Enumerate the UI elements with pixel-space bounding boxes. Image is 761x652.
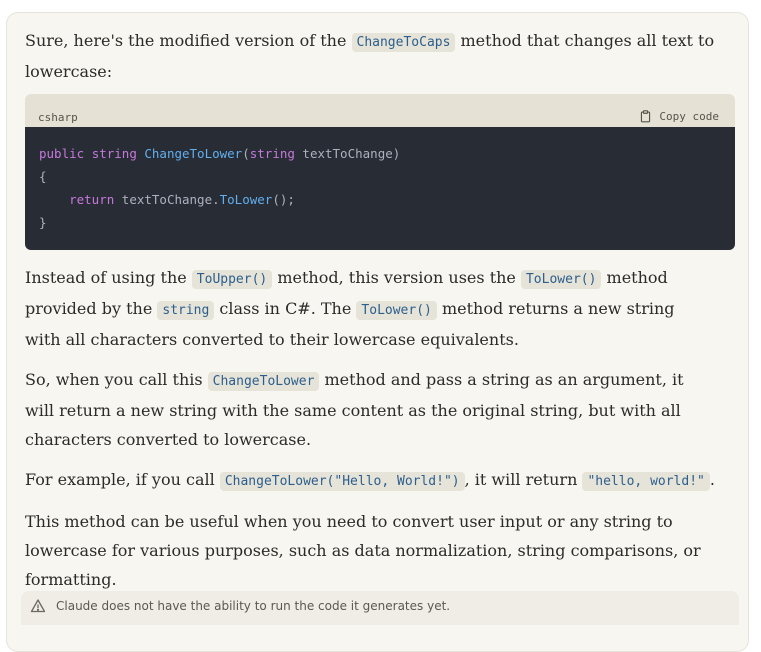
inline-code: ToLower()	[520, 270, 602, 289]
summary-paragraph: This method can be useful when you need …	[25, 512, 701, 589]
inline-code: ChangeToCaps	[351, 33, 456, 52]
inline-code: ChangeToLower	[207, 372, 320, 391]
example-paragraph: For example, if you call ChangeToLower("…	[25, 470, 715, 491]
copy-code-label: Copy code	[659, 110, 719, 123]
intro-paragraph: Sure, here's the modified version of the…	[25, 31, 715, 81]
clipboard-icon	[641, 110, 651, 123]
code-body: public string ChangeToLower(string textT…	[25, 127, 735, 250]
code-block-header: csharp Copy code	[25, 94, 735, 127]
code-block: csharp Copy code public string ChangeToL…	[25, 94, 735, 250]
code-line: }	[39, 215, 47, 230]
inline-code: string	[157, 301, 215, 320]
message-content: Sure, here's the modified version of the…	[25, 26, 735, 594]
explanation-paragraph: Instead of using the ToUpper() method, t…	[25, 268, 675, 349]
code-line: public string ChangeToLower(string textT…	[39, 146, 401, 161]
code-execution-notice: Claude does not have the ability to run …	[21, 591, 739, 625]
code-line: {	[39, 169, 47, 184]
notice-text: Claude does not have the ability to run …	[56, 599, 451, 613]
inline-code: "hello, world!"	[582, 472, 710, 491]
warning-icon	[30, 599, 46, 613]
copy-code-button[interactable]: Copy code	[639, 102, 719, 131]
inline-code: ToLower()	[356, 301, 437, 320]
code-line: return textToChange.ToLower();	[69, 192, 295, 207]
inline-code: ToUpper()	[191, 270, 273, 289]
code-language-label: csharp	[38, 111, 78, 124]
usage-paragraph: So, when you call this ChangeToLower met…	[25, 370, 684, 449]
inline-code: ChangeToLower("Hello, World!")	[219, 472, 465, 491]
